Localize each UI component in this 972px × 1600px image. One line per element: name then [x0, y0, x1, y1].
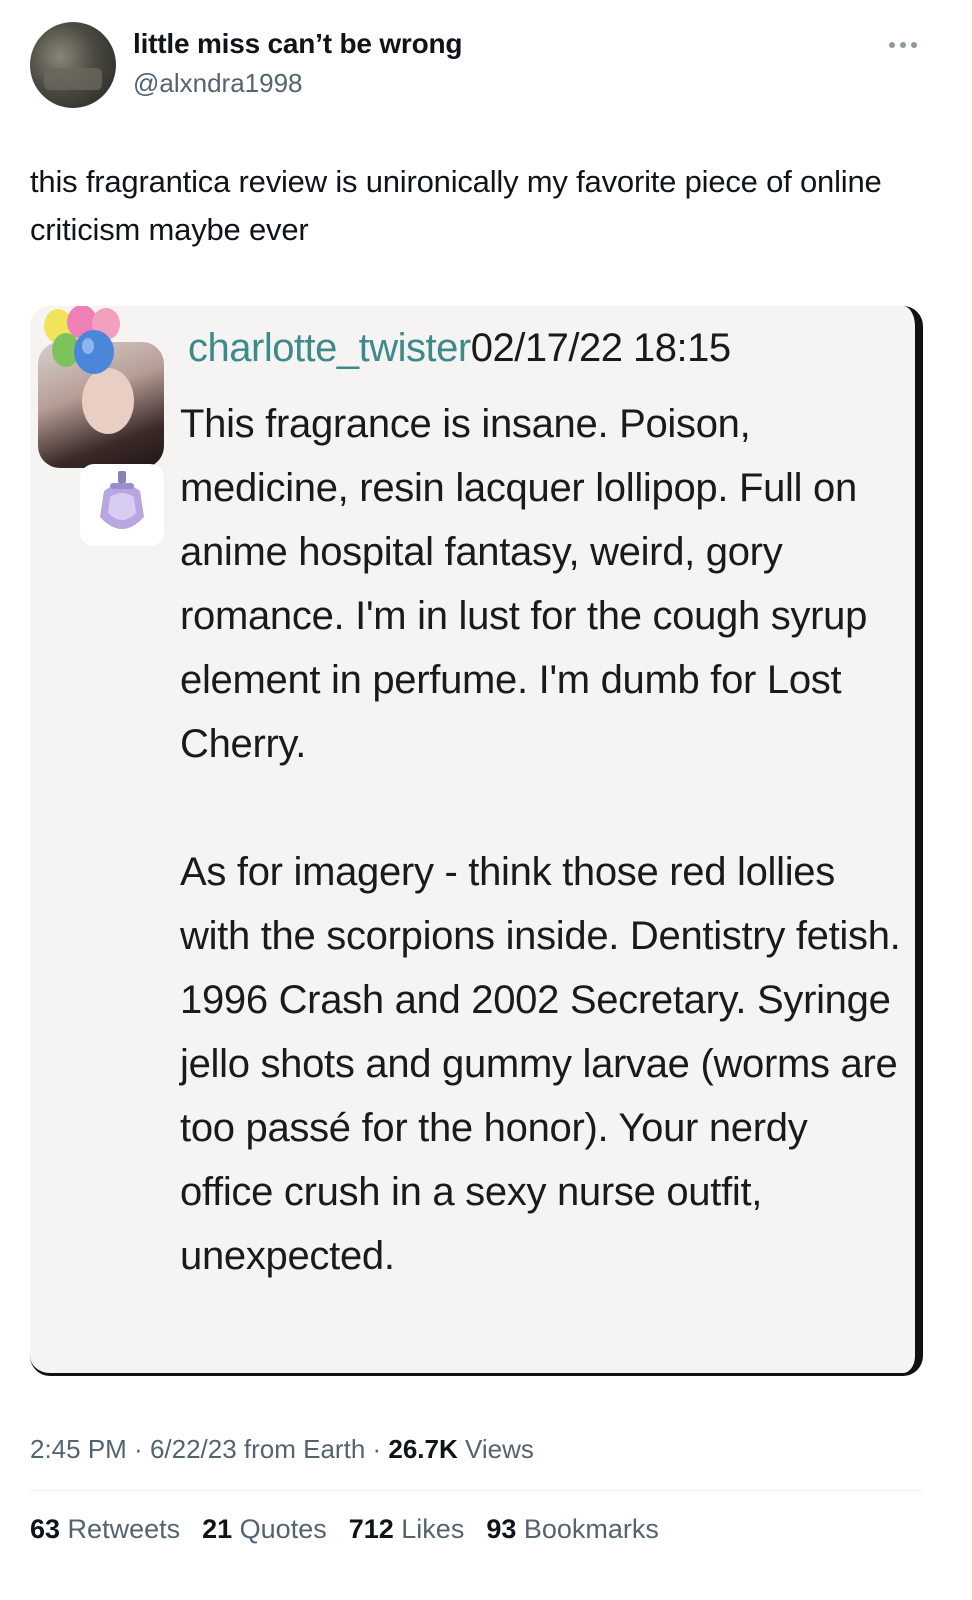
tweet-date[interactable]: 6/22/23 — [150, 1434, 237, 1464]
author-display-name[interactable]: little miss can’t be wrong — [133, 28, 463, 60]
bookmarks-stat[interactable]: 93 Bookmarks — [486, 1514, 659, 1545]
more-icon — [889, 42, 895, 48]
tweet-time[interactable]: 2:45 PM — [30, 1434, 127, 1464]
tweet-meta: 2:45 PM · 6/22/23 from Earth · 26.7K Vie… — [30, 1434, 534, 1464]
views-label: Views — [457, 1434, 534, 1464]
review-paragraph: This fragrance is insane. Poison, medici… — [180, 402, 868, 766]
review-header: charlotte_twister02/17/22 18:15 — [188, 326, 731, 371]
retweets-stat[interactable]: 63 Retweets — [30, 1514, 180, 1545]
balloons-icon — [44, 306, 120, 374]
review-date: 02/17/22 18:15 — [470, 326, 731, 370]
likes-stat[interactable]: 712 Likes — [349, 1514, 465, 1545]
review-paragraph: As for imagery - think those red lollies… — [180, 850, 901, 1278]
more-options-button[interactable] — [878, 30, 928, 60]
reviewer-name: charlotte_twister — [188, 326, 471, 370]
author-avatar[interactable] — [30, 22, 116, 108]
tweet-source: from Earth — [236, 1434, 366, 1464]
views-count: 26.7K — [388, 1434, 458, 1464]
tweet-text: this fragrantica review is unironically … — [30, 164, 882, 247]
quotes-stat[interactable]: 21 Quotes — [202, 1514, 327, 1545]
engagement-stats: 63 Retweets 21 Quotes 712 Likes 93 Bookm… — [30, 1514, 659, 1545]
review-body: This fragrance is insane. Poison, medici… — [180, 392, 910, 1288]
author-handle[interactable]: @alxndra1998 — [133, 68, 303, 99]
perfume-bottle-icon — [80, 464, 164, 546]
tweet-media-image[interactable]: charlotte_twister02/17/22 18:15 This fra… — [30, 306, 923, 1376]
divider — [30, 1490, 923, 1491]
